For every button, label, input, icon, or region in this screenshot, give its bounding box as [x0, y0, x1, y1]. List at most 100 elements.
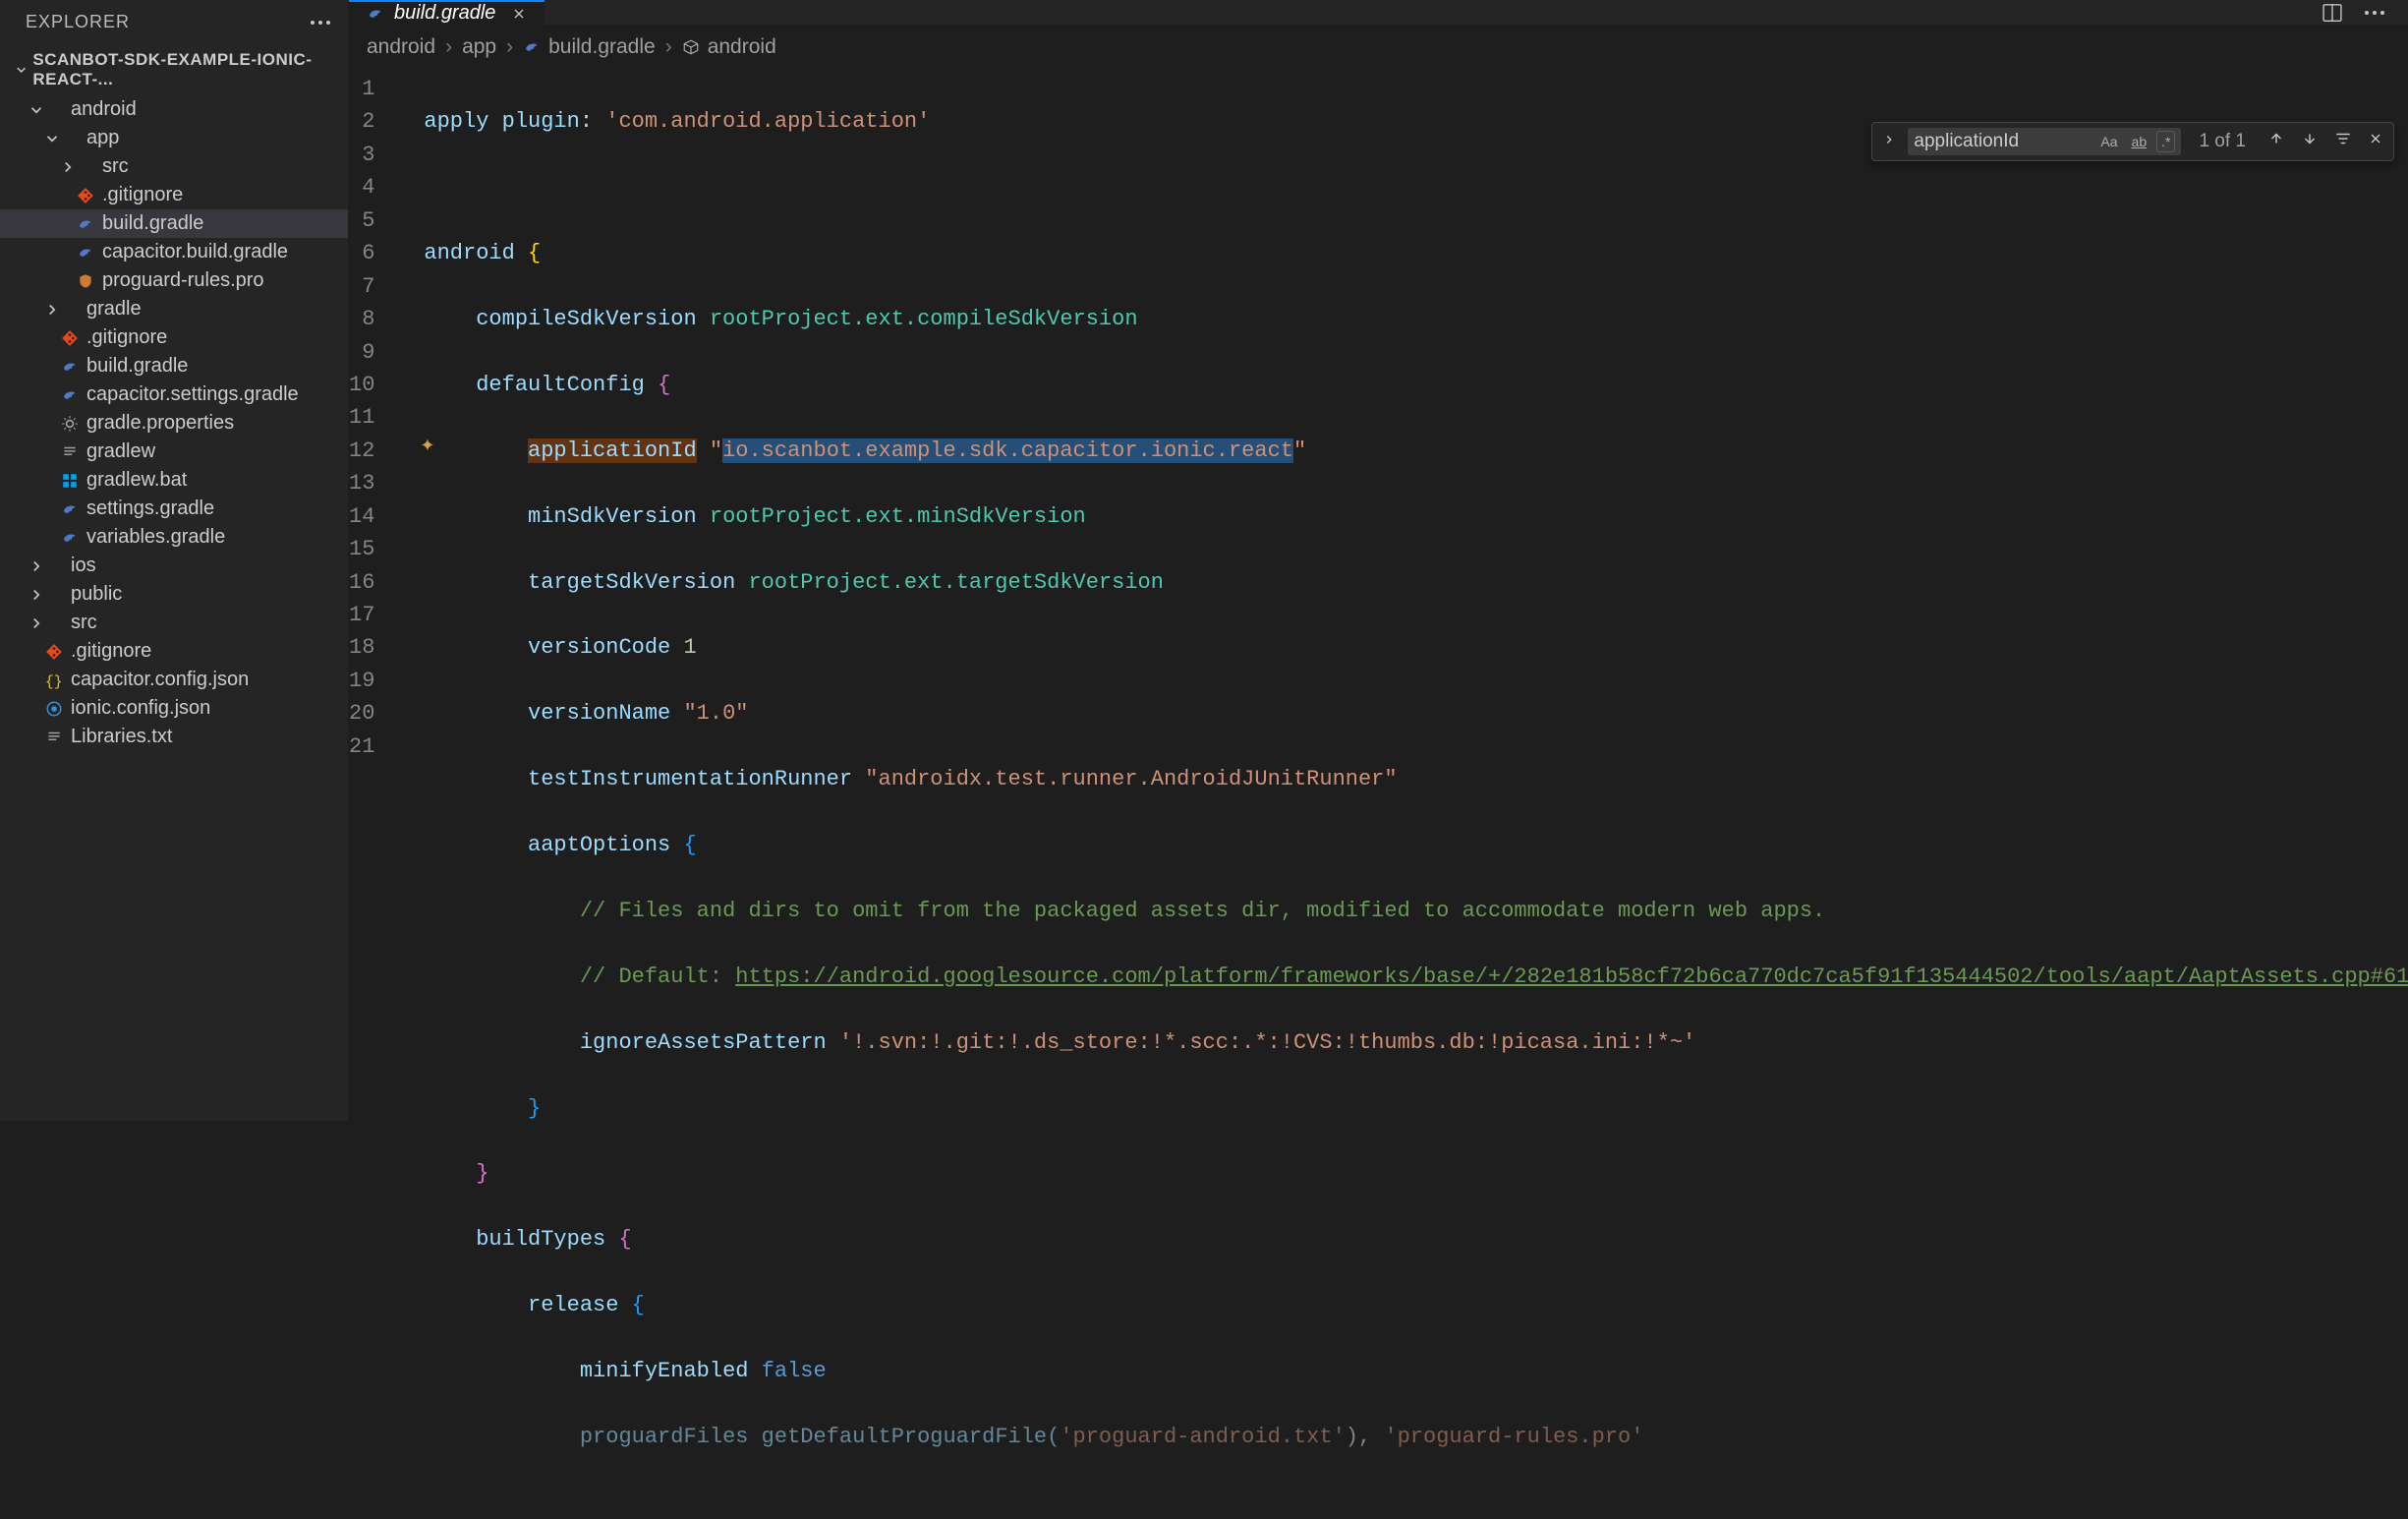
line-number: 8 — [349, 303, 394, 335]
line-number: 5 — [349, 204, 394, 237]
tree-item-settings-gradle[interactable]: settings.gradle — [0, 495, 348, 523]
tree-item-label: gradle — [86, 298, 142, 321]
split-editor-icon[interactable] — [2322, 2, 2343, 24]
tree-item-label: variables.gradle — [86, 526, 225, 549]
target-icon — [45, 700, 63, 718]
close-icon[interactable] — [511, 6, 527, 22]
gradle-icon — [367, 5, 384, 23]
tree-item-ionic-config-json[interactable]: ionic.config.json — [0, 694, 348, 723]
line-number: 7 — [349, 270, 394, 303]
chevron-right-icon — [28, 557, 45, 575]
regex-toggle[interactable]: .* — [2156, 131, 2175, 152]
line-number: 14 — [349, 500, 394, 533]
breadcrumb[interactable]: android › app › build.gradle › android — [349, 26, 2408, 69]
tab-build-gradle[interactable]: build.gradle — [349, 0, 545, 25]
explorer-more-icon[interactable] — [311, 21, 330, 25]
tree-item--gitignore[interactable]: .gitignore — [0, 181, 348, 209]
find-close-icon[interactable] — [2364, 127, 2387, 156]
editor-more-icon[interactable] — [2365, 2, 2384, 24]
tree-item-label: .gitignore — [102, 184, 183, 206]
gradle-icon — [61, 386, 79, 404]
find-input-container: Aa ab .* — [1908, 128, 2181, 155]
tree-item-gradle-properties[interactable]: gradle.properties — [0, 409, 348, 438]
line-number: 20 — [349, 697, 394, 730]
gradle-icon — [61, 500, 79, 518]
tree-item-app[interactable]: app — [0, 124, 348, 152]
chevron-right-icon — [28, 614, 45, 632]
line-number: 19 — [349, 665, 394, 697]
tree-item-capacitor-settings-gradle[interactable]: capacitor.settings.gradle — [0, 380, 348, 409]
find-prev-icon[interactable] — [2264, 126, 2289, 157]
package-icon — [682, 38, 700, 56]
line-number: 15 — [349, 533, 394, 565]
tab-title: build.gradle — [394, 2, 495, 25]
project-root[interactable]: SCANBOT-SDK-EXAMPLE-IONIC-REACT-... — [0, 44, 348, 95]
tree-item-label: capacitor.settings.gradle — [86, 383, 299, 406]
line-number: 12 — [349, 435, 394, 467]
tree-item-label: app — [86, 127, 119, 149]
crumb-file[interactable]: build.gradle — [523, 35, 656, 59]
tree-item-ios[interactable]: ios — [0, 552, 348, 580]
tree-item-proguard-rules-pro[interactable]: proguard-rules.pro — [0, 266, 348, 295]
line-number: 6 — [349, 237, 394, 269]
sparkle-icon: ✦ — [420, 435, 434, 461]
tree-item-capacitor-config-json[interactable]: {} capacitor.config.json — [0, 666, 348, 694]
find-next-icon[interactable] — [2297, 126, 2322, 157]
line-number: 3 — [349, 139, 394, 171]
tree-item-label: gradlew — [86, 440, 155, 463]
tree-item-src[interactable]: src — [0, 152, 348, 181]
tree-item-label: .gitignore — [86, 326, 167, 349]
line-number: 16 — [349, 566, 394, 599]
explorer-sidebar: EXPLORER SCANBOT-SDK-EXAMPLE-IONIC-REACT… — [0, 0, 349, 1121]
line-number: 21 — [349, 730, 394, 763]
line-number: 18 — [349, 631, 394, 664]
tree-item-label: capacitor.config.json — [71, 669, 249, 691]
tree-item-libraries-txt[interactable]: Libraries.txt — [0, 723, 348, 751]
find-filter-icon[interactable] — [2330, 126, 2356, 157]
tree-item-label: settings.gradle — [86, 497, 214, 520]
explorer-header: EXPLORER — [0, 0, 348, 44]
tree-item-variables-gradle[interactable]: variables.gradle — [0, 523, 348, 552]
line-number: 1 — [349, 73, 394, 105]
match-word-toggle[interactable]: ab — [2128, 132, 2151, 151]
project-name: SCANBOT-SDK-EXAMPLE-IONIC-REACT-... — [32, 50, 340, 89]
line-number: 2 — [349, 105, 394, 138]
code-content[interactable]: apply plugin: 'com.android.application' … — [394, 69, 2408, 1519]
tree-item-src[interactable]: src — [0, 609, 348, 637]
tree-item--gitignore[interactable]: .gitignore — [0, 637, 348, 666]
line-number: 17 — [349, 599, 394, 631]
tree-item-label: ionic.config.json — [71, 697, 210, 720]
tree-item-label: build.gradle — [102, 212, 203, 235]
crumb-app[interactable]: app — [462, 35, 496, 59]
line-numbers: 123456789101112131415161718192021 — [349, 69, 394, 1519]
file-tree: androidappsrc.gitignorebuild.gradlecapac… — [0, 95, 348, 1121]
tree-item-public[interactable]: public — [0, 580, 348, 609]
git-icon — [45, 643, 63, 661]
tree-item-gradle[interactable]: gradle — [0, 295, 348, 323]
tree-item-label: android — [71, 98, 137, 121]
windows-icon — [61, 472, 79, 490]
find-widget: Aa ab .* 1 of 1 — [1871, 122, 2394, 161]
find-input[interactable] — [1914, 131, 2091, 152]
chevron-right-icon — [59, 158, 77, 176]
match-case-toggle[interactable]: Aa — [2096, 132, 2121, 151]
code-editor[interactable]: 123456789101112131415161718192021 apply … — [349, 69, 2408, 1519]
chevron-right-icon: › — [445, 35, 452, 59]
gear-icon — [61, 415, 79, 433]
git-icon — [61, 329, 79, 347]
line-number: 9 — [349, 336, 394, 369]
tree-item-android[interactable]: android — [0, 95, 348, 124]
gradle-icon — [77, 215, 94, 233]
tree-item-build-gradle[interactable]: build.gradle — [0, 209, 348, 238]
tree-item--gitignore[interactable]: .gitignore — [0, 323, 348, 352]
line-number: 4 — [349, 171, 394, 204]
line-number: 11 — [349, 401, 394, 434]
tree-item-gradlew[interactable]: gradlew — [0, 438, 348, 466]
tree-item-build-gradle[interactable]: build.gradle — [0, 352, 348, 380]
svg-text:{}: {} — [45, 674, 63, 688]
crumb-symbol[interactable]: android — [682, 35, 776, 59]
crumb-android[interactable]: android — [367, 35, 435, 59]
find-expand-icon[interactable] — [1878, 127, 1900, 156]
tree-item-capacitor-build-gradle[interactable]: capacitor.build.gradle — [0, 238, 348, 266]
tree-item-gradlew-bat[interactable]: gradlew.bat — [0, 466, 348, 495]
